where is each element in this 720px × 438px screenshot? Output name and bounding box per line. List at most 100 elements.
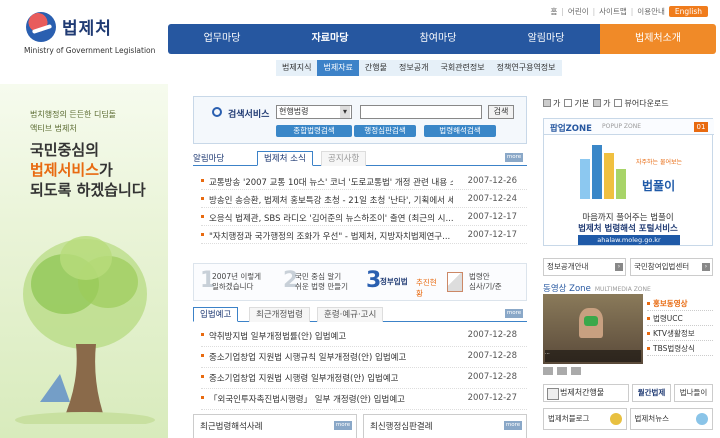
- tab-monthly-legislation[interactable]: 월간법제: [632, 384, 671, 402]
- tab-announcements[interactable]: 공지사항: [321, 151, 367, 166]
- list-item[interactable]: 약취방지법 일부개정법률(안) 입법예고 2007-12-28: [201, 326, 527, 347]
- box-interpretation-cases[interactable]: 최근법령해석사례 more: [193, 414, 357, 438]
- policy-steps: 1 2007년 이렇게 일하겠습니다 2 국민 중심 알기 쉬운 법령 만들기 3 …: [193, 263, 527, 301]
- list-item[interactable]: "자치행정과 국가행정의 조화가 우선" - 법제처, 지방자치법제연구... 2…: [201, 226, 527, 244]
- blog-icon: [609, 413, 622, 425]
- video-item[interactable]: 홍보동영상: [647, 296, 713, 311]
- video-player[interactable]: ...: [543, 294, 643, 364]
- link-news[interactable]: 법제처뉴스: [629, 408, 713, 430]
- minus-icon: [593, 99, 602, 107]
- global-nav: 업무마당 자료마당 참여마당 알림마당 법제처소개: [168, 24, 716, 54]
- document-icon: [447, 272, 463, 292]
- util-link-guide[interactable]: 이용안내: [637, 6, 665, 17]
- list-item[interactable]: 중소기업창업 지원법 시행령 일부개정령(안) 입법예고 2007-12-28: [201, 368, 527, 389]
- subnav-item-knowledge[interactable]: 법제지식: [276, 60, 317, 76]
- video-item[interactable]: KTV생활정보: [647, 326, 713, 341]
- slogan-small: 법치행정의 든든한 디딤돌 액티브 법제처: [30, 110, 117, 133]
- font-size-controls: 가 기본 가 뷰어다운로드: [543, 96, 713, 110]
- tab-recent-laws[interactable]: 최근개정법령: [249, 307, 310, 322]
- quick-links: 정보공개안내 › 국민참여입법센터 ›: [543, 258, 713, 276]
- util-link-home[interactable]: 홈: [550, 6, 557, 17]
- more-button[interactable]: more: [504, 421, 522, 430]
- legislation-section: 입법예고 최근개정법령 훈령·예규·고시 more 약취방지법 일부개정법률(안…: [193, 306, 527, 410]
- subnav-item-disclosure[interactable]: 정보공개: [393, 60, 434, 76]
- quick-search-trial[interactable]: 행정심판검색: [354, 125, 416, 137]
- popup-page-indicator[interactable]: 01: [694, 122, 708, 132]
- link-participation-center[interactable]: 국민참여입법센터 ›: [630, 258, 713, 276]
- search-icon: [212, 107, 222, 117]
- legis-list: 약취방지법 일부개정법률(안) 입법예고 2007-12-28 중소기업창업 지원…: [201, 326, 527, 410]
- english-button[interactable]: English: [668, 6, 708, 17]
- reset-icon: [564, 99, 573, 107]
- sub-nav: 법제지식 법제자료 간행물 정보공개 국회관련정보 정책연구용역정보: [276, 60, 562, 76]
- font-default-button[interactable]: 기본: [564, 96, 589, 110]
- quick-search-law[interactable]: 종합법령검색: [276, 125, 352, 137]
- list-item[interactable]: 교통방송 '2007 교통 10대 뉴스' 코너 '도로교통법' 개정 관련 내…: [201, 172, 527, 190]
- tab-directives[interactable]: 훈령·예규·고시: [317, 307, 384, 322]
- site-logo[interactable]: 법제처 Ministry of Government Legislation: [22, 10, 172, 55]
- subnav-item-research[interactable]: 정책연구용역정보: [491, 60, 562, 76]
- link-info-disclosure[interactable]: 정보공개안내 ›: [543, 258, 626, 276]
- box-trial-rulings[interactable]: 최신행정심판결례 more: [363, 414, 527, 438]
- volume-icon[interactable]: [571, 367, 581, 375]
- search-category-select[interactable]: 현행법령: [276, 105, 352, 119]
- search-box: 검색서비스 현행법령 검색 종합법령검색 행정심판검색 법령해석검색: [193, 96, 527, 144]
- tab-ministry-news[interactable]: 법제처 소식: [257, 151, 313, 166]
- tab-legislative-notice[interactable]: 입법예고: [193, 307, 239, 322]
- gnb-item-intro[interactable]: 법제처소개: [600, 24, 716, 54]
- notice-section-label: 알림마당: [193, 154, 225, 164]
- video-controls: [543, 366, 643, 376]
- step-4[interactable]: 법령안 심사/기/준: [443, 264, 526, 300]
- font-smaller-button[interactable]: 가: [593, 96, 610, 110]
- video-item[interactable]: TBS법령상식: [647, 341, 713, 356]
- list-item[interactable]: 오응식 법제관, SBS 라디오 '김어준의 뉴스하조이' 출연 (최근의 시.…: [201, 208, 527, 226]
- step-1[interactable]: 1 2007년 이렇게 일하겠습니다: [194, 264, 277, 300]
- subnav-item-assembly[interactable]: 국회관련정보: [434, 60, 490, 76]
- video-list: 홍보동영상 법령UCC KTV생활정보 TBS법령상식: [647, 296, 713, 356]
- popup-url[interactable]: ahalaw.moleg.go.kr: [578, 235, 680, 245]
- arrow-right-icon: ›: [615, 263, 623, 271]
- plus-icon: [543, 99, 551, 107]
- gnb-item-notice[interactable]: 알림마당: [492, 24, 600, 54]
- util-link-kids[interactable]: 어린이: [568, 6, 589, 17]
- viewer-download-button[interactable]: 뷰어다운로드: [614, 96, 669, 110]
- main-visual: 법치행정의 든든한 디딤돌 액티브 법제처 국민중심의 법제서비스가 되도록 하…: [0, 84, 168, 438]
- slogan-big: 국민중심의 법제서비스가 되도록 하겠습니다: [30, 141, 146, 199]
- download-icon: [614, 99, 623, 107]
- tree-illustration: [15, 236, 155, 424]
- utility-links: 홈 | 어린이 | 사이트맵 | 이용안내 English: [550, 6, 708, 17]
- notice-more-button[interactable]: more: [505, 153, 523, 162]
- video-item[interactable]: 법령UCC: [647, 311, 713, 326]
- gnb-item-work[interactable]: 업무마당: [168, 24, 276, 54]
- tab-law-outing[interactable]: 법나들이: [674, 384, 713, 402]
- popup-zone: 팝업ZONE POPUP ZONE 01 자주하는 물어보는 법풀이 마음까지 …: [543, 118, 714, 246]
- popup-brand: 법풀이: [642, 179, 676, 193]
- subnav-item-materials[interactable]: 법제자료: [317, 60, 359, 76]
- search-label: 검색서비스: [228, 110, 270, 120]
- quick-search-interpretation[interactable]: 법령해석검색: [424, 125, 496, 137]
- list-item[interactable]: 「외국인투자촉진법시행령」 일부 개정령(안) 입법예고 2007-12-27: [201, 389, 527, 410]
- step-3[interactable]: 3 정부입법 추진현황: [360, 264, 443, 300]
- government-emblem-icon: [26, 12, 56, 42]
- util-link-sitemap[interactable]: 사이트맵: [599, 6, 627, 17]
- link-blog[interactable]: 법제처블로그: [543, 408, 627, 430]
- legis-more-button[interactable]: more: [505, 309, 523, 318]
- search-button[interactable]: 검색: [488, 105, 514, 119]
- gnb-item-participation[interactable]: 참여마당: [384, 24, 492, 54]
- step-2[interactable]: 2 국민 중심 알기 쉬운 법령 만들기: [277, 264, 360, 300]
- font-larger-button[interactable]: 가: [543, 96, 560, 110]
- arrow-right-icon: ›: [702, 263, 710, 271]
- more-button[interactable]: more: [334, 421, 352, 430]
- play-icon[interactable]: [543, 367, 553, 375]
- search-input[interactable]: [360, 105, 482, 119]
- list-item[interactable]: 중소기업창업 지원법 시행규칙 일부개정령(안) 입법예고 2007-12-28: [201, 347, 527, 368]
- media-zone: 동영상 Zone MULTIMEDIA ZONE ... 홍보동영상 법령UCC …: [543, 282, 713, 378]
- subnav-item-publications[interactable]: 간행물: [359, 60, 393, 76]
- publications: 법제처간행물 월간법제 법나들이: [543, 384, 713, 402]
- gnb-item-resources[interactable]: 자료마당: [276, 24, 384, 54]
- logo-name: 법제처: [62, 19, 112, 39]
- notice-section: 알림마당 법제처 소식 공지사항 more 교통방송 '2007 교통 10대 …: [193, 150, 527, 258]
- notice-list: 교통방송 '2007 교통 10대 뉴스' 코너 '도로교통법' 개정 관련 내…: [201, 172, 527, 244]
- stop-icon[interactable]: [557, 367, 567, 375]
- list-item[interactable]: 방송인 송승환, 법제처 홍보특강 초청 - 21일 초청 '난타', 기획에서…: [201, 190, 527, 208]
